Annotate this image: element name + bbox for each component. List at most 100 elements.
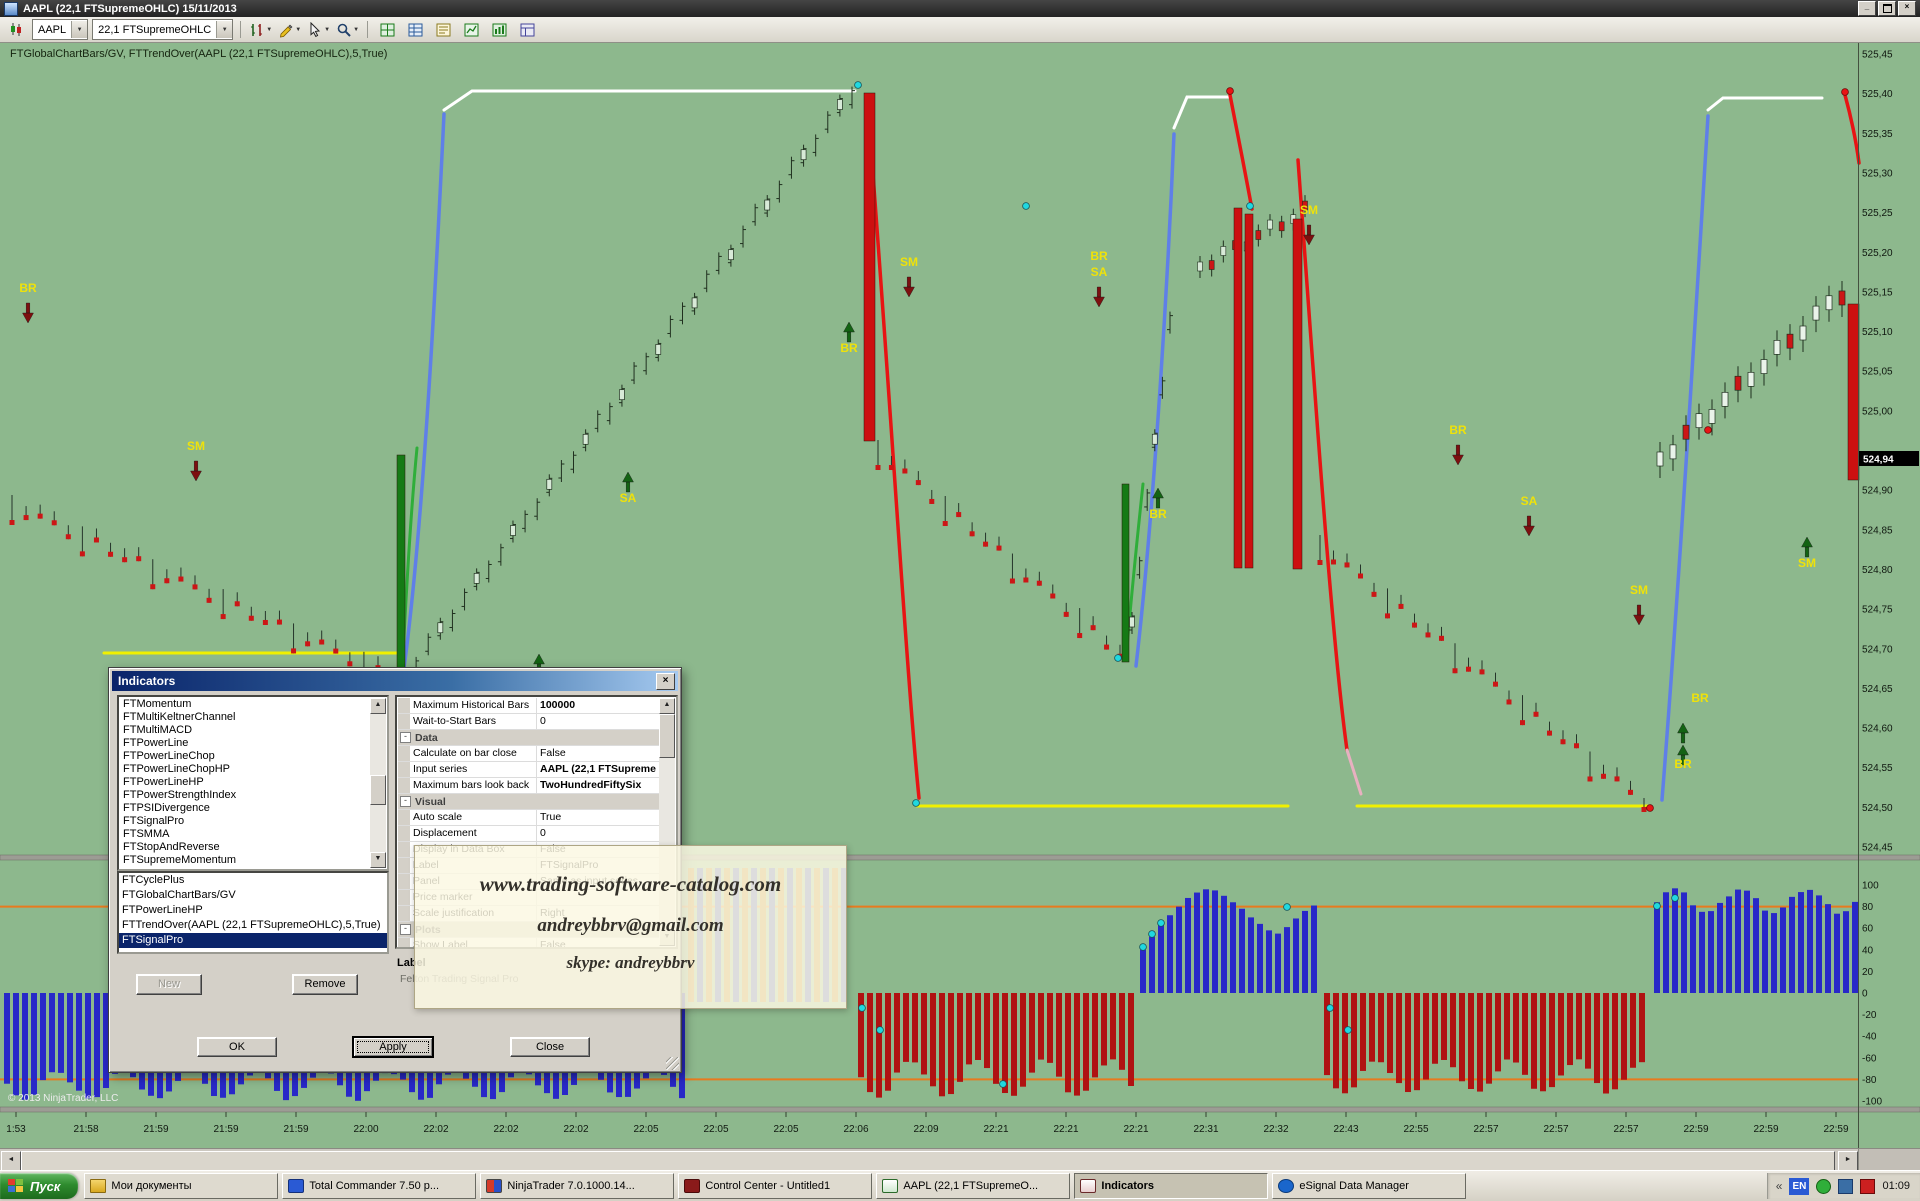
dropdown-caret-icon[interactable]: ▼: [216, 21, 232, 38]
close-window-button[interactable]: ×: [1898, 1, 1916, 16]
indicator-list-item[interactable]: FTSupremeMomentum: [120, 854, 370, 867]
dialog-close-action-button[interactable]: Close: [510, 1037, 590, 1057]
indicator-list-item[interactable]: FTStopAndReverse: [120, 841, 370, 854]
collapse-icon[interactable]: -: [400, 732, 411, 743]
property-value[interactable]: TwoHundredFiftySix: [537, 778, 659, 793]
indicator-list-item[interactable]: FTMultiKeltnerChannel: [120, 711, 370, 724]
chart-trader-button[interactable]: [459, 19, 483, 41]
indicator-list-item[interactable]: FTPowerLineHP: [120, 776, 370, 789]
property-value[interactable]: False: [537, 746, 659, 761]
property-row[interactable]: Auto scaleTrue: [398, 810, 659, 826]
panel-splitter: [0, 1107, 1920, 1112]
configured-indicator-item[interactable]: FTGlobalChartBars/GV: [119, 888, 387, 903]
indicator-list-item[interactable]: FTSMMA: [120, 828, 370, 841]
indicator-list-item[interactable]: FTPowerStrengthIndex: [120, 789, 370, 802]
taskbar-button-esignal[interactable]: eSignal Data Manager: [1272, 1173, 1466, 1199]
ok-button[interactable]: OK: [197, 1037, 277, 1057]
zoom-tool-button[interactable]: ▼: [335, 19, 360, 41]
taskbar-button-folder[interactable]: Мои документы: [84, 1173, 278, 1199]
collapse-icon[interactable]: -: [400, 796, 411, 807]
configured-indicator-item[interactable]: FTPowerLineHP: [119, 903, 387, 918]
taskbar-button-label: Indicators: [1101, 1180, 1154, 1192]
indicators-button[interactable]: [487, 19, 511, 41]
scrollbar-thumb[interactable]: [659, 714, 675, 758]
tray-app-icon[interactable]: [1838, 1179, 1853, 1194]
dropdown-caret-icon[interactable]: ▼: [71, 21, 87, 38]
available-indicators-list[interactable]: FTMomentumFTMultiKeltnerChannelFTMultiMA…: [117, 695, 389, 871]
horizontal-scrollbar[interactable]: ◄ ►: [0, 1148, 1920, 1171]
resize-grip[interactable]: [666, 1057, 679, 1070]
drawing-tools-button[interactable]: ▼: [277, 19, 302, 41]
data-grid-button[interactable]: [403, 19, 427, 41]
start-button[interactable]: Пуск: [0, 1173, 78, 1199]
language-indicator[interactable]: EN: [1789, 1178, 1809, 1195]
tray-status-icon[interactable]: [1816, 1179, 1831, 1194]
property-section-row[interactable]: -Data: [398, 730, 659, 746]
taskbar-button-nt[interactable]: NinjaTrader 7.0.1000.14...: [480, 1173, 674, 1199]
taskbar-button-chart[interactable]: AAPL (22,1 FTSupremeO...: [876, 1173, 1070, 1199]
chart-style-button[interactable]: ▼: [248, 19, 273, 41]
property-value[interactable]: 100000: [537, 698, 659, 713]
instrument-dropdown[interactable]: AAPL ▼: [32, 19, 88, 40]
interval-dropdown[interactable]: 22,1 FTSupremeOHLC ▼: [92, 19, 233, 40]
new-button[interactable]: New: [136, 974, 202, 995]
indicator-list-item[interactable]: FTPowerLine: [120, 737, 370, 750]
tray-alert-icon[interactable]: [1860, 1179, 1875, 1194]
indicator-list-item[interactable]: FTSignalPro: [120, 815, 370, 828]
time-axis-label: 22:59: [1683, 1124, 1708, 1135]
price-bar: [1234, 208, 1242, 568]
indicator-list-item[interactable]: FTMultiMACD: [120, 724, 370, 737]
available-list-scrollbar[interactable]: ▲ ▼: [370, 698, 386, 868]
property-row[interactable]: Input seriesAAPL (22,1 FTSupreme: [398, 762, 659, 778]
cursor-tool-button[interactable]: ▼: [306, 19, 331, 41]
property-value[interactable]: 0: [537, 714, 659, 729]
property-row[interactable]: Displacement0: [398, 826, 659, 842]
configured-indicator-item[interactable]: FTSignalPro: [119, 933, 387, 948]
property-row[interactable]: Maximum bars look backTwoHundredFiftySix: [398, 778, 659, 794]
indicator-list-item[interactable]: FTPowerLineChop: [120, 750, 370, 763]
indicator-list-item[interactable]: FTPSIDivergence: [120, 802, 370, 815]
row-margin: [398, 698, 410, 713]
remove-button[interactable]: Remove: [292, 974, 358, 995]
tray-collapse-icon[interactable]: «: [1776, 1179, 1783, 1193]
scrollbar-thumb[interactable]: [21, 1151, 1835, 1171]
data-box-button[interactable]: [431, 19, 455, 41]
price-axis-label: 524,75: [1862, 605, 1893, 616]
properties-button[interactable]: [515, 19, 539, 41]
property-value[interactable]: 0: [537, 826, 659, 841]
scroll-up-button[interactable]: ▲: [370, 698, 386, 714]
scroll-right-button[interactable]: ►: [1838, 1151, 1858, 1171]
collapse-icon[interactable]: -: [400, 924, 411, 935]
property-value[interactable]: True: [537, 810, 659, 825]
property-section-row[interactable]: -Visual: [398, 794, 659, 810]
configured-indicator-item[interactable]: FTTrendOver(AAPL (22,1 FTSupremeOHLC),5,…: [119, 918, 387, 933]
taskbar-button-ind[interactable]: Indicators: [1074, 1173, 1268, 1199]
taskbar-button-tc[interactable]: Total Commander 7.50 p...: [282, 1173, 476, 1199]
scroll-down-button[interactable]: ▼: [370, 852, 386, 868]
taskbar-button-cc[interactable]: Control Center - Untitled1: [678, 1173, 872, 1199]
indicator-list-item[interactable]: FTPowerLineChopHP: [120, 763, 370, 776]
property-value[interactable]: AAPL (22,1 FTSupreme: [537, 762, 659, 777]
osc-axis-label: -20: [1862, 1010, 1877, 1021]
configured-indicator-item[interactable]: FTCyclePlus: [119, 873, 387, 888]
row-margin: [398, 938, 410, 949]
osc-axis-label: 40: [1862, 945, 1874, 956]
dialog-close-button[interactable]: ×: [656, 673, 675, 690]
minimize-button[interactable]: _: [1858, 1, 1876, 16]
dialog-titlebar[interactable]: Indicators ×: [112, 671, 678, 691]
apply-button[interactable]: Apply: [353, 1037, 433, 1057]
scroll-left-button[interactable]: ◄: [1, 1151, 21, 1171]
property-row[interactable]: Maximum Historical Bars100000: [398, 698, 659, 714]
window-titlebar[interactable]: AAPL (22,1 FTSupremeOHLC) 15/11/2013 _ ×: [0, 0, 1920, 17]
indicator-list-item[interactable]: FTMomentum: [120, 698, 370, 711]
maximize-button[interactable]: [1878, 1, 1896, 16]
signal-label: BR: [1090, 249, 1108, 263]
ind-icon: [1080, 1179, 1096, 1193]
configured-indicators-list[interactable]: FTCyclePlusFTGlobalChartBars/GVFTPowerLi…: [117, 871, 389, 954]
property-row[interactable]: Calculate on bar closeFalse: [398, 746, 659, 762]
property-row[interactable]: Wait-to-Start Bars0: [398, 714, 659, 730]
grid-panel-button[interactable]: [375, 19, 399, 41]
scrollbar-thumb[interactable]: [370, 775, 386, 805]
scroll-up-button[interactable]: ▲: [659, 698, 675, 714]
scrollbar-corner: [1858, 1149, 1920, 1171]
